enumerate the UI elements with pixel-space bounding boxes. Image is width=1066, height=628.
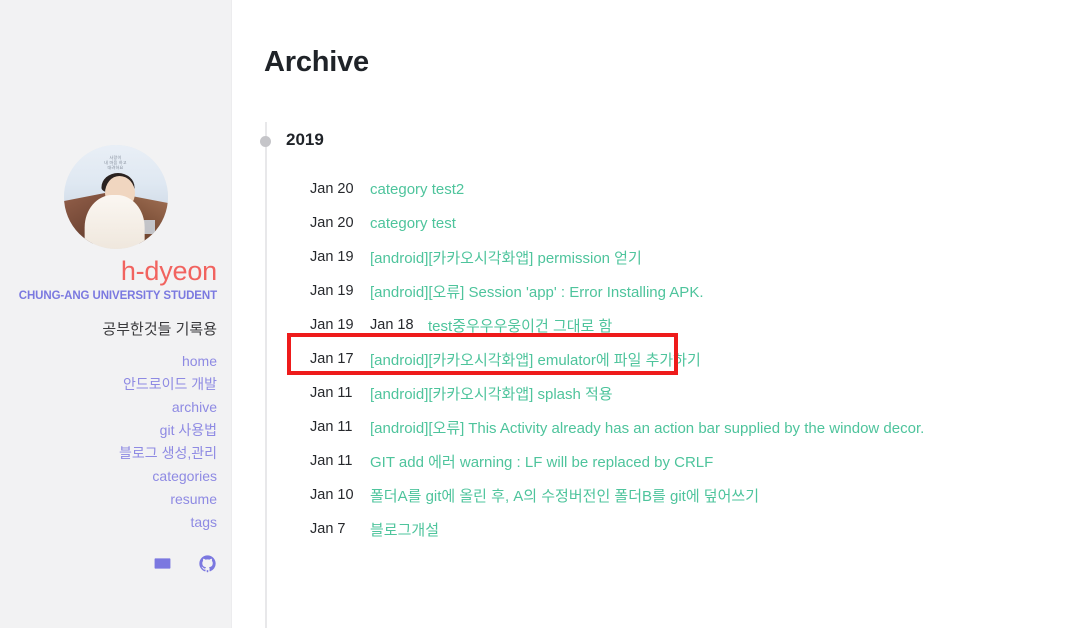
list-item[interactable]: Jan 7 블로그개설 — [232, 512, 1066, 546]
avatar-image: 사랑이 내 마음 하고 대려하요 — [63, 145, 168, 249]
avatar-body — [84, 194, 145, 249]
post-date: Jan 11 — [310, 385, 353, 401]
post-title-link[interactable]: 블로그개설 — [370, 519, 439, 540]
post-title-link[interactable]: 폴더A를 git에 올린 후, A의 수정버전인 폴더B를 git에 덮어쓰기 — [370, 485, 759, 506]
sidebar-item-blog[interactable]: 블로그 생성,관리 — [0, 442, 217, 465]
post-title-link[interactable]: category test — [370, 215, 456, 232]
site-subtitle: CHUNG-ANG UNIVERSITY STUDENT — [18, 290, 217, 302]
post-date: Jan 19 — [310, 317, 354, 333]
archive-page: 사랑이 내 마음 하고 대려하요 h-dyeon CHUNG-ANG UNIVERS… — [0, 0, 1066, 628]
list-item[interactable]: Jan 19 [android][카카오시각화앱] permission 얻기 — [232, 240, 1066, 274]
sidebar-item-archive[interactable]: archive — [0, 396, 217, 419]
list-item[interactable]: Jan 10 폴더A를 git에 올린 후, A의 수정버전인 폴더B를 git… — [232, 478, 1066, 512]
list-item[interactable]: Jan 20 category test — [232, 206, 1066, 240]
list-item[interactable]: Jan 11 [android][카카오시각화앱] splash 적용 — [232, 376, 1066, 410]
site-name: h-dyeon — [120, 256, 217, 286]
sidebar-item-home[interactable]: home — [0, 350, 217, 373]
post-date: Jan 20 — [310, 181, 354, 197]
list-item[interactable]: Jan 19 [android][오류] Session 'app' : Err… — [232, 274, 1066, 308]
year-heading: 2019 — [232, 130, 1066, 164]
post-date-secondary: Jan 18 — [370, 317, 414, 333]
sidebar-item-resume[interactable]: resume — [0, 488, 217, 511]
site-tagline: 공부한것들 기록용 — [102, 321, 217, 338]
list-item[interactable]: Jan 11 GIT add 에러 warning : LF will be r… — [232, 444, 1066, 478]
post-list: Jan 20 category test2 Jan 20 category te… — [232, 172, 1066, 546]
year-group-2019: 2019 Jan 20 category test2 Jan 20 catego… — [232, 130, 1066, 546]
list-item[interactable]: Jan 20 category test2 — [232, 172, 1066, 206]
post-date: Jan 11 — [310, 453, 353, 469]
sidebar: 사랑이 내 마음 하고 대려하요 h-dyeon CHUNG-ANG UNIVERS… — [0, 0, 232, 628]
main-content: Archive 2019 Jan 20 category test2 Jan 2… — [232, 0, 1066, 628]
post-title-link[interactable]: category test2 — [370, 181, 464, 198]
sidebar-item-tags[interactable]: tags — [0, 511, 217, 534]
post-title-link[interactable]: test중우우우웅이건 그대로 함 — [428, 315, 612, 336]
sidebar-nav: home 안드로이드 개발 archive git 사용법 블로그 생성,관리 … — [0, 350, 217, 534]
github-icon[interactable] — [198, 554, 217, 578]
avatar-overlay-text: 사랑이 내 마음 하고 대려하요 — [104, 155, 127, 171]
sidebar-item-categories[interactable]: categories — [0, 465, 217, 488]
post-title-link[interactable]: [android][카카오시각화앱] splash 적용 — [370, 383, 613, 404]
post-title-link[interactable]: GIT add 에러 warning : LF will be replaced… — [370, 451, 713, 472]
post-date: Jan 11 — [310, 419, 353, 435]
post-date: Jan 19 — [310, 249, 354, 265]
email-icon[interactable] — [153, 554, 172, 578]
avatar-window — [144, 220, 156, 235]
post-date: Jan 10 — [310, 487, 354, 503]
post-date: Jan 20 — [310, 215, 354, 231]
post-title-link[interactable]: [android][카카오시각화앱] permission 얻기 — [370, 247, 642, 268]
avatar: 사랑이 내 마음 하고 대려하요 — [63, 145, 168, 249]
list-item-highlighted[interactable]: Jan 19 Jan 18 test중우우우웅이건 그대로 함 — [232, 308, 1066, 342]
sidebar-item-git[interactable]: git 사용법 — [0, 419, 217, 442]
post-title-link[interactable]: [android][오류] Session 'app' : Error Inst… — [370, 281, 704, 302]
social-links — [0, 554, 217, 578]
sidebar-item-android[interactable]: 안드로이드 개발 — [0, 373, 217, 396]
post-date: Jan 7 — [310, 521, 346, 537]
year-label: 2019 — [286, 130, 324, 149]
list-item[interactable]: Jan 17 [android][카카오시각화앱] emulator에 파일 추… — [232, 342, 1066, 376]
list-item[interactable]: Jan 11 [android][오류] This Activity alrea… — [232, 410, 1066, 444]
post-date: Jan 17 — [310, 351, 354, 367]
post-title-link[interactable]: [android][오류] This Activity already has … — [370, 417, 924, 438]
page-title: Archive — [264, 46, 369, 79]
post-date: Jan 19 — [310, 283, 354, 299]
post-title-link[interactable]: [android][카카오시각화앱] emulator에 파일 추가하기 — [370, 349, 701, 370]
timeline-dot-icon — [260, 136, 271, 147]
